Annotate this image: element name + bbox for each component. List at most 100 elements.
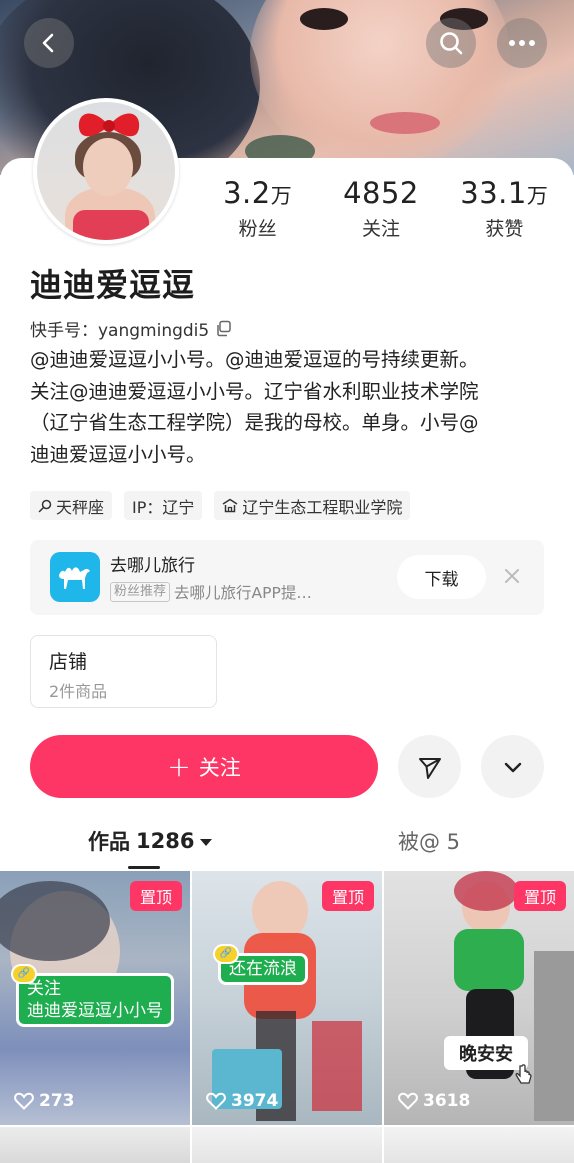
kuaishou-id-text: 快手号：yangmingdi5 [30, 321, 210, 341]
stat-likes-unit: 万 [526, 184, 549, 208]
back-button[interactable] [24, 18, 74, 68]
tab-works-count: 1286 [136, 829, 195, 853]
message-button[interactable] [398, 735, 461, 798]
school-icon [222, 498, 238, 513]
chevron-left-icon [42, 33, 54, 53]
pinned-badge: 置顶 [322, 881, 374, 911]
avatar[interactable] [33, 98, 179, 244]
ad-description: 去哪儿旅行APP提… [174, 584, 312, 602]
stat-likes-label: 获赞 [485, 218, 524, 240]
stat-following-label: 关注 [361, 218, 400, 240]
tag-ip: IP：辽宁 [124, 491, 203, 520]
follow-sticker: 🔗 关注 迪迪爱逗逗小小号 [11, 964, 174, 1027]
ad-card[interactable]: 去哪儿旅行 粉丝推荐 去哪儿旅行APP提… 下载 [30, 540, 544, 615]
tag-school[interactable]: 辽宁生态工程职业学院 [214, 491, 411, 520]
ad-download-button[interactable]: 下载 [397, 555, 486, 599]
shop-subtitle: 2件商品 [49, 682, 108, 701]
bio-line: 迪迪爱逗逗小小号。 [30, 442, 206, 466]
work-item[interactable] [384, 1127, 574, 1163]
sticker-icon: 🔗 [213, 944, 239, 964]
likes-value: 3618 [423, 1091, 471, 1111]
tag-zodiac-text: 天秤座 [56, 497, 105, 517]
profile-tabs: 作品 1286 被@ 5 [0, 818, 574, 870]
send-icon [418, 757, 441, 779]
tab-active-indicator [128, 866, 160, 869]
profile-bio: @迪迪爱逗逗小小号。@迪迪爱逗逗的号持续更新。 关注@迪迪爱逗逗小小号。辽宁省水… [30, 344, 550, 470]
thumb-hair [454, 871, 518, 911]
likes-value: 3974 [231, 1091, 279, 1111]
tag-school-text: 辽宁生态工程职业学院 [242, 497, 403, 517]
stat-likes-value: 33.1 [460, 176, 527, 210]
likes-value: 273 [39, 1091, 75, 1111]
ad-app-name: 去哪儿旅行 [110, 556, 195, 576]
profile-tags: 天秤座 IP：辽宁 辽宁生态工程职业学院 [30, 491, 411, 520]
copy-icon[interactable] [215, 320, 232, 337]
stat-followers-label: 粉丝 [238, 218, 277, 240]
plus-icon: + [167, 749, 191, 783]
sticker-line: 迪迪爱逗逗小小号 [27, 1001, 163, 1021]
thumb-face [252, 881, 308, 941]
work-item[interactable] [192, 1127, 382, 1163]
search-icon [440, 32, 463, 55]
stat-followers-value: 3.2 [223, 176, 271, 210]
work-item[interactable]: 置顶 3618 [384, 871, 574, 1125]
avatar-face [83, 138, 133, 196]
profile-nickname: 迪迪爱逗逗 [30, 266, 196, 304]
bow-icon [78, 113, 140, 137]
status-sticker: 🔗 还在流浪 [213, 944, 308, 985]
profile-stats: 3.2万 粉丝 4852 关注 33.1万 获赞 [196, 176, 566, 241]
stat-followers-unit: 万 [270, 184, 293, 208]
caret-down-icon [200, 838, 213, 846]
thumb-rack [312, 1021, 362, 1111]
cover-lips [370, 112, 440, 134]
cover-eye-left [300, 8, 348, 30]
stat-followers[interactable]: 3.2万 粉丝 [196, 176, 319, 241]
kuaishou-id-row[interactable]: 快手号：yangmingdi5 [30, 316, 232, 341]
more-dots-icon [509, 40, 535, 46]
tag-zodiac[interactable]: 天秤座 [30, 491, 113, 520]
libra-icon [38, 499, 52, 512]
work-item[interactable]: 置顶 🔗 关注 迪迪爱逗逗小小号 273 [0, 871, 190, 1125]
thumb-door [534, 951, 574, 1121]
likes-count: 273 [14, 1091, 75, 1111]
sticker-icon: 🔗 [11, 964, 37, 984]
avatar-top [73, 210, 149, 240]
more-options-button[interactable] [481, 735, 544, 798]
tab-works-label: 作品 [88, 830, 130, 854]
pinned-badge: 置顶 [514, 881, 566, 911]
bio-line: （辽宁省生态工程学院）是我的母校。单身。小号@ [30, 411, 479, 434]
works-grid: 置顶 🔗 关注 迪迪爱逗逗小小号 273 置顶 🔗 还在流浪 3974 置顶 3… [0, 871, 574, 1163]
app-icon [50, 552, 100, 602]
heart-icon [398, 1092, 418, 1110]
search-button[interactable] [426, 18, 476, 68]
heart-icon [206, 1092, 226, 1110]
work-item[interactable] [0, 1127, 190, 1163]
ad-fan-badge: 粉丝推荐 [110, 582, 171, 602]
stat-following[interactable]: 4852 关注 [319, 176, 442, 241]
sticker-line: 关注 [27, 979, 61, 999]
stat-following-value: 4852 [343, 176, 419, 210]
follow-label: 关注 [198, 755, 241, 780]
work-item[interactable]: 置顶 🔗 还在流浪 3974 [192, 871, 382, 1125]
pinned-badge: 置顶 [130, 881, 182, 911]
follow-button[interactable]: + 关注 [30, 735, 378, 798]
shop-title: 店铺 [49, 651, 88, 673]
ad-subline: 粉丝推荐 去哪儿旅行APP提… [110, 581, 312, 603]
tab-works[interactable]: 作品 1286 [88, 826, 213, 856]
thumb-shirt [454, 929, 524, 991]
bio-line: @迪迪爱逗逗小小号。@迪迪爱逗逗的号持续更新。 [30, 348, 479, 371]
close-icon[interactable] [500, 564, 524, 588]
hand-pointer-icon [515, 1064, 532, 1084]
tag-ip-text: IP：辽宁 [132, 497, 195, 517]
stat-likes[interactable]: 33.1万 获赞 [443, 176, 566, 241]
tab-mentions[interactable]: 被@ 5 [398, 826, 460, 856]
camel-icon [59, 567, 90, 589]
heart-icon [14, 1092, 34, 1110]
chevron-down-icon [504, 762, 521, 772]
likes-count: 3618 [398, 1091, 470, 1111]
shop-card[interactable]: 店铺 2件商品 [30, 635, 217, 708]
sticker-line: 还在流浪 [229, 959, 297, 979]
bio-line: 关注@迪迪爱逗逗小小号。辽宁省水利职业技术学院 [30, 379, 479, 403]
likes-count: 3974 [206, 1091, 278, 1111]
more-button[interactable] [497, 18, 547, 68]
